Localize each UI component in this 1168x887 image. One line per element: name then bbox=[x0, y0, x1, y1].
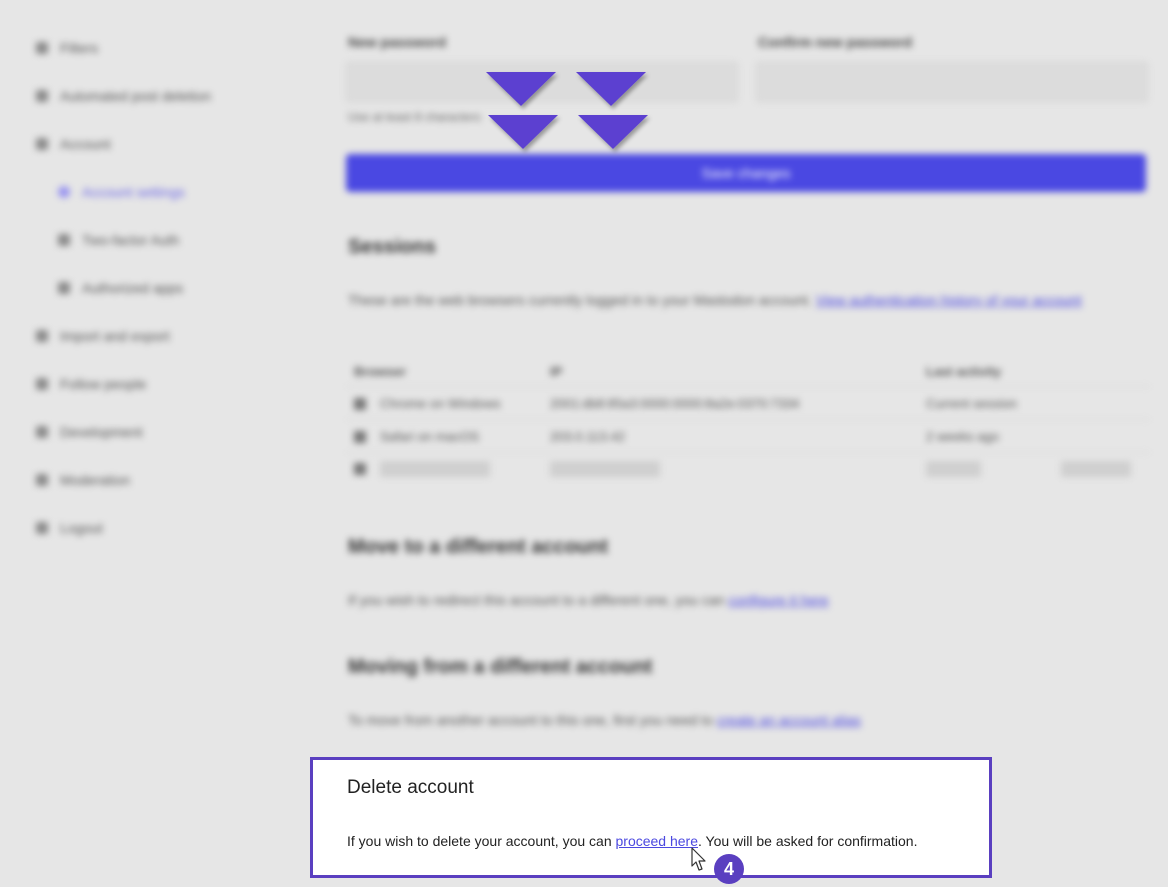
sidebar-item-label: Authorized apps bbox=[82, 280, 184, 296]
revoke-button[interactable] bbox=[1061, 461, 1131, 478]
sidebar-item-account[interactable]: Account bbox=[36, 120, 286, 168]
delete-account-panel: Delete account If you wish to delete you… bbox=[310, 757, 992, 878]
move-to-body: If you wish to redirect this account to … bbox=[348, 592, 725, 608]
sidebar-item-filters[interactable]: Filters bbox=[36, 24, 286, 72]
sidebar-item-label: Two-factor Auth bbox=[82, 232, 180, 248]
sidebar-item-label: Filters bbox=[60, 40, 99, 56]
sidebar-item-label: Logout bbox=[60, 520, 103, 536]
delete-text-before: If you wish to delete your account, you … bbox=[347, 833, 616, 849]
sidebar-item-label: Account settings bbox=[82, 184, 185, 200]
new-password-label: New password bbox=[348, 34, 447, 50]
move-from-text: To move from another account to this one… bbox=[348, 712, 861, 728]
delete-text-after: . You will be asked for confirmation. bbox=[698, 833, 918, 849]
activity-cell bbox=[918, 452, 1150, 485]
delete-account-text: If you wish to delete your account, you … bbox=[347, 833, 917, 849]
users-icon bbox=[36, 378, 48, 390]
ip-cell: 203.0.113.42 bbox=[542, 419, 918, 453]
sidebar-item-two-factor[interactable]: Two-factor Auth bbox=[36, 216, 286, 264]
redacted-block bbox=[926, 461, 981, 478]
activity-cell: Current session bbox=[918, 386, 1150, 420]
column-header: IP bbox=[550, 363, 563, 379]
browser-name: Safari on macOS bbox=[380, 428, 479, 444]
sidebar-item-logout[interactable]: Logout bbox=[36, 504, 286, 552]
move-to-heading: Move to a different account bbox=[348, 536, 609, 558]
column-header: Last activity bbox=[926, 363, 1002, 379]
ip-cell bbox=[542, 452, 918, 485]
sidebar-item-label: Account bbox=[60, 136, 111, 152]
save-changes-button[interactable]: Save changes bbox=[346, 154, 1146, 192]
sidebar-item-moderation[interactable]: Moderation bbox=[36, 456, 286, 504]
table-row: Safari on macOS 203.0.113.42 2 weeks ago bbox=[346, 419, 1150, 453]
activity-cell: 2 weeks ago bbox=[918, 419, 1150, 453]
move-to-text: If you wish to redirect this account to … bbox=[348, 592, 829, 608]
gear-icon bbox=[58, 186, 70, 198]
sessions-table: Browser IP Last activity Chrome on Windo… bbox=[346, 356, 1150, 485]
sidebar-item-label: Moderation bbox=[60, 472, 131, 488]
logout-icon bbox=[36, 522, 48, 534]
table-row bbox=[346, 452, 1150, 485]
sidebar-item-label: Automated post deletion bbox=[60, 88, 211, 104]
confirm-password-label: Confirm new password bbox=[758, 34, 913, 50]
sidebar-item-import-export[interactable]: Import and export bbox=[36, 312, 286, 360]
move-from-body: To move from another account to this one… bbox=[348, 712, 713, 728]
sidebar-item-development[interactable]: Development bbox=[36, 408, 286, 456]
sidebar-item-label: Import and export bbox=[60, 328, 170, 344]
globe-icon bbox=[354, 431, 366, 444]
sidebar-item-automated-deletion[interactable]: Automated post deletion bbox=[36, 72, 286, 120]
globe-icon bbox=[354, 398, 366, 411]
globe-icon bbox=[354, 463, 366, 476]
sessions-intro-text: These are the web browsers currently log… bbox=[348, 292, 812, 308]
sidebar-item-label: Follow people bbox=[60, 376, 147, 392]
new-password-input[interactable] bbox=[346, 62, 738, 102]
sidebar-item-account-settings[interactable]: Account settings bbox=[36, 168, 286, 216]
apps-icon bbox=[58, 282, 70, 294]
move-from-link[interactable]: create an account alias bbox=[717, 712, 861, 728]
cloud-icon bbox=[36, 330, 48, 342]
trash-icon bbox=[36, 90, 48, 102]
table-row: Chrome on Windows 2001:db8:85a3:0000:000… bbox=[346, 386, 1150, 420]
browser-name: Chrome on Windows bbox=[380, 395, 501, 411]
sidebar-item-authorized-apps[interactable]: Authorized apps bbox=[36, 264, 286, 312]
step-number-badge: 4 bbox=[714, 854, 744, 884]
ip-cell: 2001:db8:85a3:0000:0000:8a2e:0370:7334 bbox=[542, 386, 918, 420]
browser-cell: Safari on macOS bbox=[346, 419, 542, 453]
hand-cursor-icon bbox=[691, 847, 706, 871]
filter-icon bbox=[36, 42, 48, 54]
move-to-link[interactable]: configure it here bbox=[728, 592, 828, 608]
auth-history-link[interactable]: View authentication history of your acco… bbox=[816, 292, 1082, 308]
user-icon bbox=[36, 138, 48, 150]
move-from-heading: Moving from a different account bbox=[348, 656, 653, 678]
sidebar: Filters Automated post deletion Account … bbox=[36, 24, 286, 552]
code-icon bbox=[36, 426, 48, 438]
proceed-here-link[interactable]: proceed here bbox=[616, 833, 699, 849]
delete-account-heading: Delete account bbox=[347, 777, 474, 798]
sidebar-item-follow-people[interactable]: Follow people bbox=[36, 360, 286, 408]
blurred-background: Filters Automated post deletion Account … bbox=[0, 0, 1168, 887]
flag-icon bbox=[36, 474, 48, 486]
key-icon bbox=[58, 234, 70, 246]
redacted-block bbox=[550, 461, 660, 478]
sessions-heading: Sessions bbox=[348, 236, 436, 258]
sessions-intro: These are the web browsers currently log… bbox=[348, 292, 1082, 308]
confirm-password-input[interactable] bbox=[756, 62, 1148, 102]
password-hint: Use at least 8 characters bbox=[348, 110, 481, 124]
browser-cell: Chrome on Windows bbox=[346, 386, 542, 420]
sidebar-item-label: Development bbox=[60, 424, 143, 440]
column-header: Browser bbox=[354, 363, 407, 379]
redacted-block bbox=[380, 461, 490, 478]
browser-cell bbox=[346, 452, 542, 485]
